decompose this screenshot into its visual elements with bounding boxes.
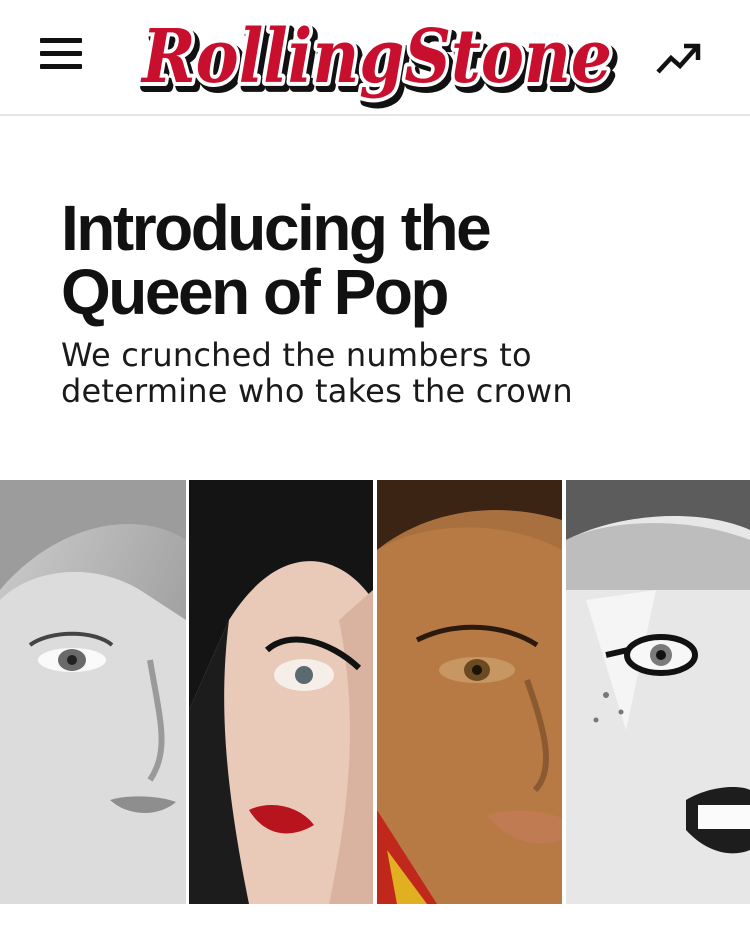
headline-line-2: Queen of Pop [61, 256, 450, 328]
rolling-stone-logo[interactable]: RollingStone RollingStone RollingStone [132, 2, 622, 110]
hero-panel-1 [0, 480, 186, 904]
article-subheadline: We crunched the numbers to determine who… [61, 337, 721, 409]
headline-line-1: Introducing the [61, 192, 492, 264]
hero-panel-4 [566, 480, 750, 904]
hero-image[interactable] [0, 480, 750, 904]
top-nav-bar: RollingStone RollingStone RollingStone [0, 0, 750, 116]
menu-line [40, 64, 82, 69]
menu-line [40, 38, 82, 43]
trending-up-icon[interactable] [654, 38, 702, 78]
subhead-line-2: determine who takes the crown [61, 372, 573, 410]
hero-panel-2 [189, 480, 373, 904]
logo-main-text: RollingStone [140, 14, 612, 100]
hamburger-menu-icon[interactable] [38, 36, 84, 72]
hero-panel-3 [377, 480, 562, 904]
logo-graphic: RollingStone RollingStone RollingStone [136, 10, 621, 110]
subhead-line-1: We crunched the numbers to [61, 336, 532, 374]
article-headline[interactable]: Introducing the Queen of Pop [61, 196, 701, 324]
menu-line [40, 51, 82, 56]
